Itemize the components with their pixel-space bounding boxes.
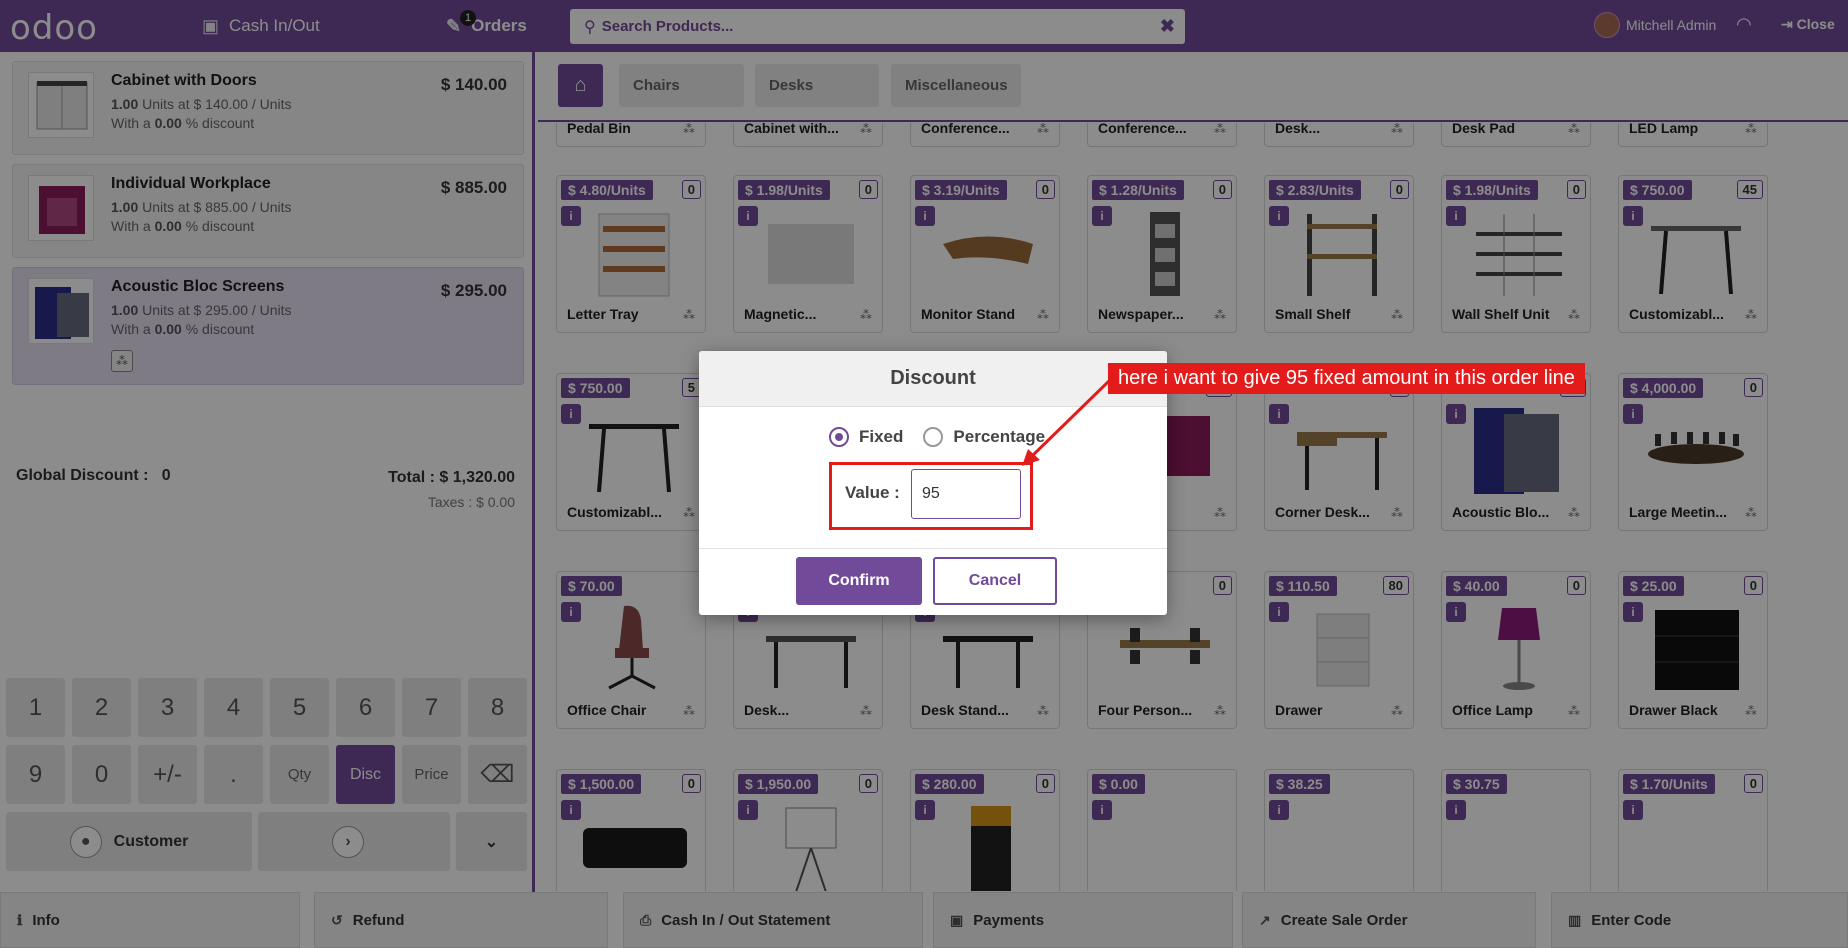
dialog-divider xyxy=(699,548,1167,549)
dialog-title: Discount xyxy=(699,351,1167,407)
annotation-highlight-box xyxy=(829,462,1033,530)
fixed-label: Fixed xyxy=(859,427,904,446)
discount-type-group: Fixed Percentage xyxy=(829,427,1045,447)
cancel-button[interactable]: Cancel xyxy=(933,557,1057,605)
annotation-label: here i want to give 95 fixed amount in t… xyxy=(1108,363,1585,394)
fixed-radio[interactable] xyxy=(829,427,849,447)
percentage-radio[interactable] xyxy=(923,427,944,447)
confirm-button[interactable]: Confirm xyxy=(796,557,922,605)
percentage-label: Percentage xyxy=(953,427,1046,446)
